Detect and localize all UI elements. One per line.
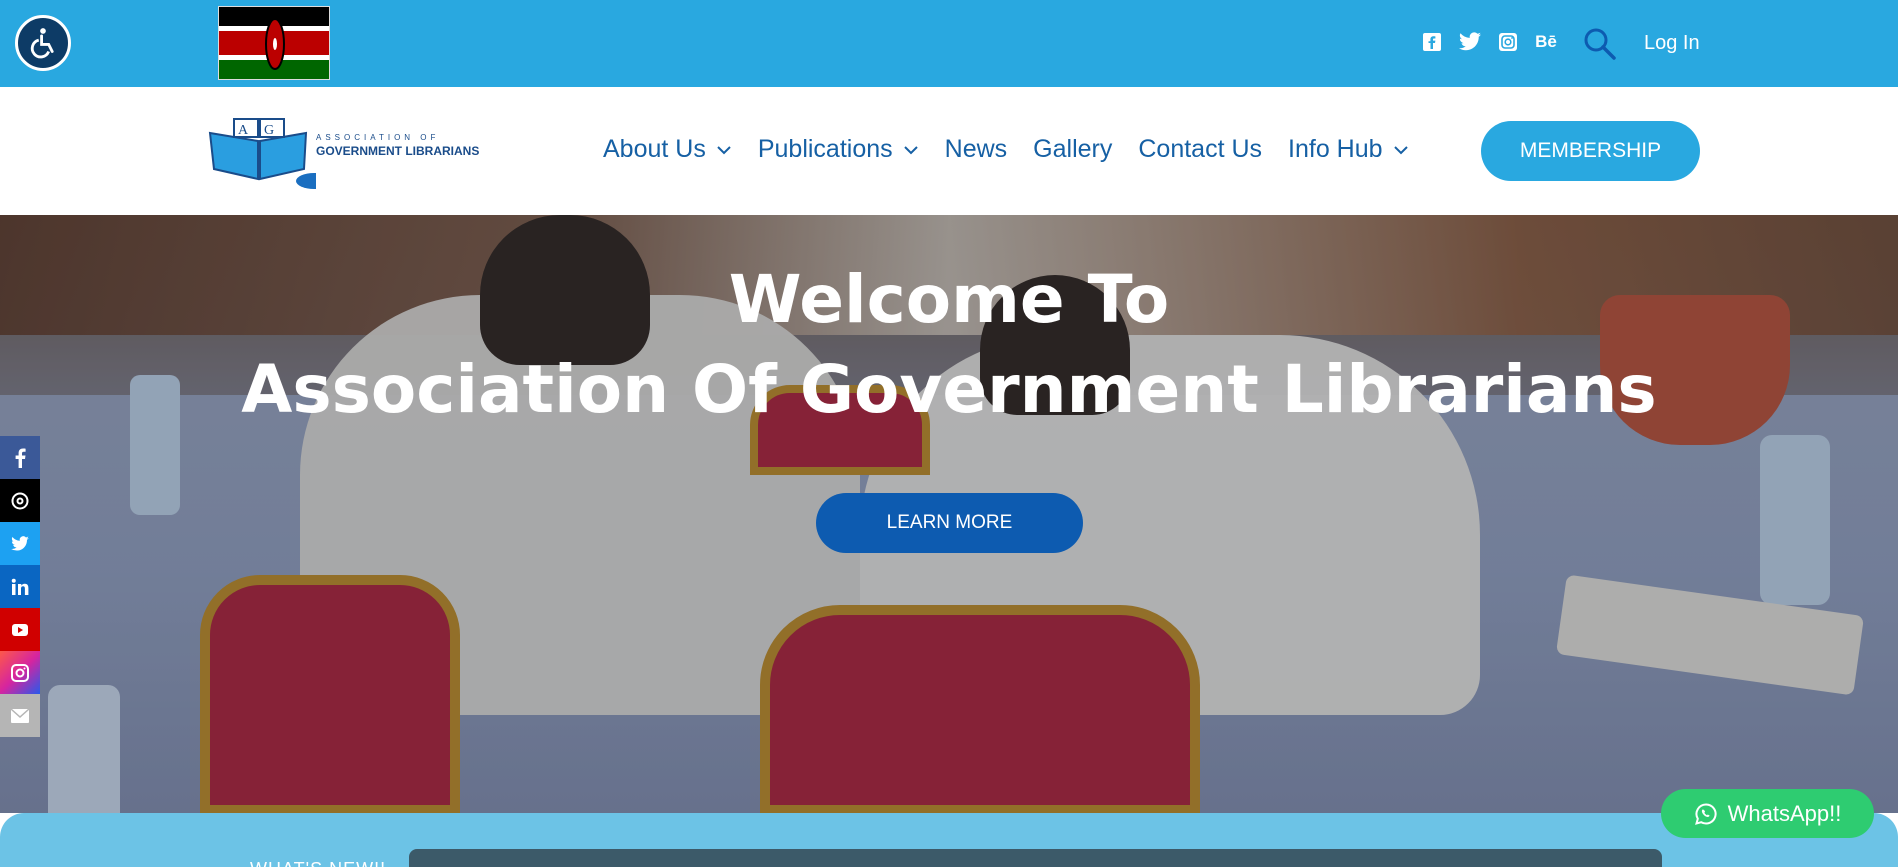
kenya-flag: [218, 6, 330, 80]
behance-icon[interactable]: Bē: [1534, 30, 1558, 54]
nav-info-hub[interactable]: Info Hub: [1288, 135, 1409, 164]
shield-icon: [265, 18, 285, 70]
nav-about-us[interactable]: About Us: [603, 135, 732, 164]
twitter-icon[interactable]: [1458, 30, 1482, 54]
main-nav: About Us Publications News Gallery Conta…: [603, 135, 1435, 164]
svg-text:G: G: [264, 123, 274, 138]
nav-label: About Us: [603, 135, 706, 163]
nav-label: Contact Us: [1138, 135, 1263, 163]
chevron-down-icon: [717, 145, 731, 154]
main-header: A G ASSOCIATION OF GOVERNMENT LIBRARIANS…: [0, 87, 1898, 215]
nav-label: Info Hub: [1288, 135, 1383, 163]
whatsapp-icon: [1694, 802, 1717, 825]
nav-publications[interactable]: Publications: [758, 135, 919, 164]
floating-social-bar: [0, 436, 40, 737]
search-icon: [1584, 28, 1616, 60]
site-logo[interactable]: A G ASSOCIATION OF GOVERNMENT LIBRARIANS: [206, 113, 522, 189]
whatsapp-button[interactable]: WhatsApp!!: [1661, 789, 1874, 838]
logo-text-top: ASSOCIATION OF: [316, 133, 440, 142]
twitter-icon[interactable]: [0, 522, 40, 565]
nav-news[interactable]: News: [945, 135, 1008, 164]
email-icon[interactable]: [0, 694, 40, 737]
chevron-down-icon: [1393, 145, 1408, 154]
hero-title-line2: Association Of Government Librarians: [241, 351, 1657, 428]
top-bar: Bē Log In: [0, 0, 1898, 87]
facebook-icon[interactable]: [0, 436, 40, 479]
wheelchair-icon: [30, 28, 54, 59]
nav-gallery[interactable]: Gallery: [1033, 135, 1112, 164]
instagram-icon[interactable]: [1496, 30, 1520, 54]
nav-contact-us[interactable]: Contact Us: [1138, 135, 1262, 164]
instagram-icon[interactable]: [0, 651, 40, 694]
svg-text:A: A: [238, 123, 249, 138]
membership-button[interactable]: MEMBERSHIP: [1481, 121, 1700, 181]
login-link[interactable]: Log In: [1644, 32, 1700, 55]
learn-more-button[interactable]: LEARN MORE: [816, 493, 1083, 553]
logo-text-main: GOVERNMENT LIBRARIANS: [316, 144, 480, 158]
chevron-down-icon: [903, 145, 918, 154]
facebook-icon[interactable]: [1420, 30, 1444, 54]
linkedin-icon[interactable]: [0, 565, 40, 608]
youtube-icon[interactable]: [0, 608, 40, 651]
news-ticker[interactable]: [409, 849, 1662, 867]
threads-icon[interactable]: [0, 479, 40, 522]
nav-label: Publications: [757, 135, 893, 163]
search-button[interactable]: [1582, 26, 1618, 62]
nav-label: News: [944, 135, 1008, 163]
book-logo-icon: A G: [208, 118, 332, 189]
nav-label: Gallery: [1033, 135, 1113, 163]
whatsapp-label: WhatsApp!!: [1727, 800, 1842, 826]
hero-title-line1: Welcome To: [728, 261, 1170, 338]
accessibility-button[interactable]: [15, 15, 71, 71]
hero-banner: Welcome To Association Of Government Lib…: [0, 215, 1898, 813]
whats-new-section: WHAT'S NEW!!: [0, 813, 1898, 867]
whats-new-label: WHAT'S NEW!!: [250, 859, 386, 867]
